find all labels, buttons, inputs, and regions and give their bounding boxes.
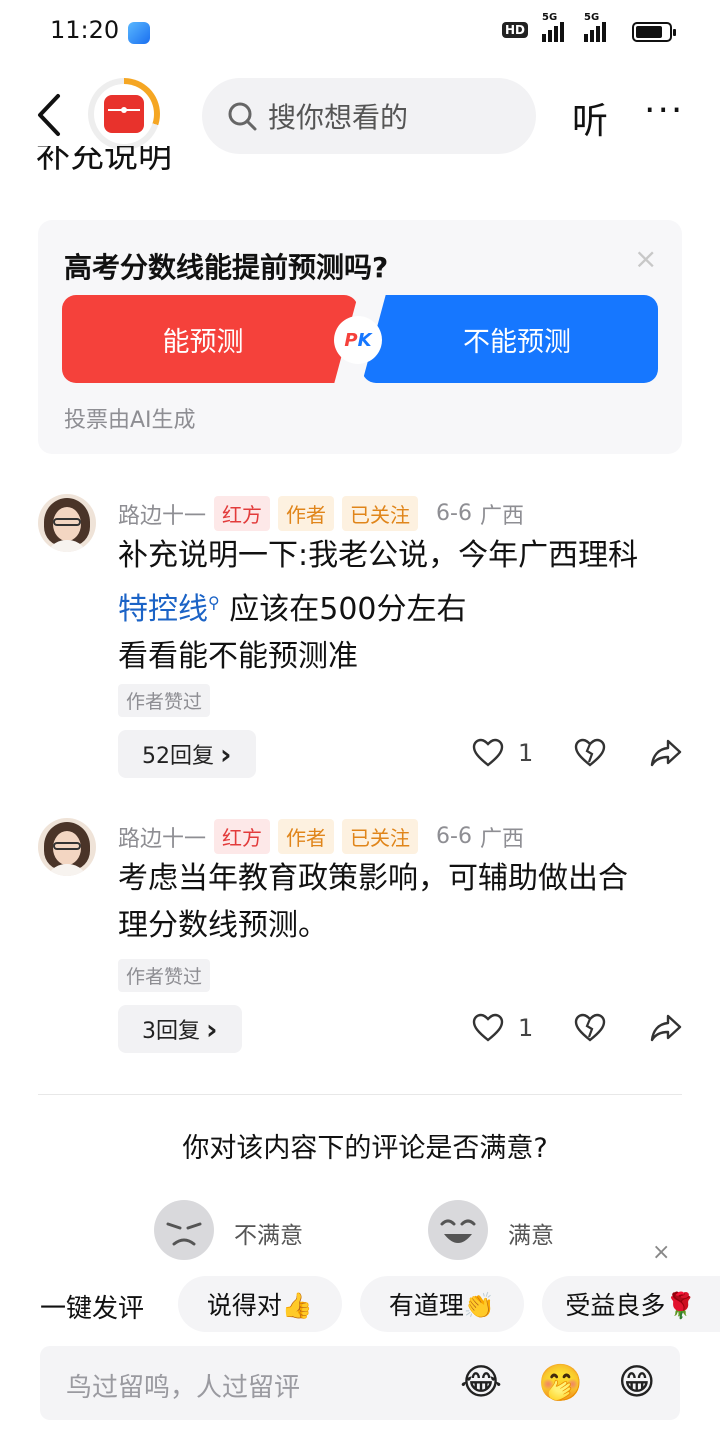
- author-tag: 作者: [278, 496, 335, 531]
- more-options-button[interactable]: ···: [644, 90, 684, 131]
- comment-meta: 路边十一 红方 作者 已关注 6-6 广西: [118, 819, 524, 854]
- back-arrow-icon: [38, 94, 60, 136]
- grin-emoji-icon[interactable]: 😁: [618, 1362, 656, 1403]
- giggle-emoji-icon[interactable]: 🤭: [538, 1362, 583, 1404]
- quick-reply-label: 一键发评: [40, 1294, 145, 1324]
- comment-page: 11:20 HD 5G 5G 搜你想看的 听 ··· 补充说明 高考分数线能提前…: [0, 0, 720, 1451]
- hd-voice-icon: HD: [502, 22, 529, 38]
- satisfied-label[interactable]: 满意: [508, 1216, 554, 1250]
- share-button[interactable]: [650, 738, 682, 768]
- pk-badge: PK: [334, 316, 382, 364]
- share-icon: [650, 1014, 682, 1042]
- close-icon[interactable]: ×: [652, 1240, 670, 1265]
- quick-reply-chip[interactable]: 受益良多🌹: [542, 1276, 720, 1332]
- topic-link[interactable]: 特控线⚲: [118, 592, 220, 627]
- author-tag: 作者: [278, 819, 335, 854]
- poll-note: 投票由AI生成: [64, 408, 196, 433]
- comment-input-placeholder: 鸟过留鸣，人过留评: [66, 1373, 301, 1403]
- author-liked-badge: 作者赞过: [118, 684, 211, 717]
- red-envelope-icon: [104, 95, 144, 133]
- avatar[interactable]: [38, 494, 96, 552]
- comment-input[interactable]: 鸟过留鸣，人过留评 😂 🤭 😁: [40, 1346, 680, 1420]
- divider: [38, 1094, 682, 1095]
- truncated-text: 补充说明: [36, 146, 172, 174]
- avatar[interactable]: [38, 818, 96, 876]
- chevron-right-icon: ›: [206, 1012, 218, 1046]
- status-bar: 11:20 HD 5G 5G: [0, 0, 720, 64]
- heart-icon: [472, 738, 504, 767]
- signal-icon: 5G: [542, 12, 564, 42]
- like-button[interactable]: 1: [472, 1013, 533, 1043]
- share-icon: [650, 739, 682, 767]
- comment-date: 6-6: [436, 501, 472, 526]
- quick-reply-bar: 一键发评 说得对👍 有道理👏 受益良多🌹: [0, 1276, 720, 1332]
- chevron-right-icon: ›: [220, 737, 232, 771]
- status-time: 11:20: [50, 16, 120, 44]
- dislike-button[interactable]: [574, 1013, 606, 1043]
- search-icon: [228, 102, 257, 131]
- poll-option-no[interactable]: 不能预测: [362, 295, 658, 383]
- quick-reply-chip[interactable]: 有道理👏: [360, 1276, 524, 1332]
- comment-location: 广西: [479, 826, 524, 852]
- author-liked-badge: 作者赞过: [118, 959, 211, 992]
- app-logo[interactable]: [88, 78, 160, 150]
- listen-button[interactable]: 听: [572, 92, 608, 144]
- followed-tag: 已关注: [342, 496, 419, 531]
- replies-button[interactable]: 52回复 ›: [118, 730, 256, 778]
- comment-meta: 路边十一 红方 作者 已关注 6-6 广西: [118, 496, 524, 531]
- dislike-button[interactable]: [574, 738, 606, 768]
- poll-option-yes[interactable]: 能预测: [62, 295, 358, 383]
- back-button[interactable]: [30, 90, 70, 140]
- like-count: 1: [518, 1014, 534, 1042]
- unsatisfied-label[interactable]: 不满意: [234, 1216, 303, 1250]
- signal-icon-2: 5G: [584, 12, 606, 42]
- replies-button[interactable]: 3回复 ›: [118, 1005, 242, 1053]
- heart-icon: [472, 1013, 504, 1042]
- poll-card: 高考分数线能提前预测吗? × 能预测 不能预测 PK 投票由AI生成: [38, 220, 682, 454]
- comment-text: 补充说明一下:我老公说，今年广西理科 特控线⚲ 应该在500分左右 看看能不能预…: [118, 538, 639, 674]
- like-button[interactable]: 1: [472, 738, 533, 768]
- poll-question: 高考分数线能提前预测吗?: [64, 251, 389, 284]
- followed-tag: 已关注: [342, 819, 419, 854]
- satisfied-face-icon[interactable]: [428, 1200, 488, 1260]
- author-name[interactable]: 路边十一: [118, 821, 206, 853]
- side-tag: 红方: [214, 496, 271, 531]
- side-tag: 红方: [214, 819, 271, 854]
- quick-reply-chip[interactable]: 说得对👍: [178, 1276, 342, 1332]
- app-notification-icon: [128, 22, 150, 44]
- search-link-icon: ⚲: [208, 593, 220, 612]
- poll-close-button[interactable]: ×: [634, 242, 657, 275]
- comment-location: 广西: [479, 503, 524, 529]
- battery-icon: [632, 22, 676, 42]
- unsatisfied-face-icon[interactable]: [154, 1200, 214, 1260]
- like-count: 1: [518, 739, 534, 767]
- satisfaction-question: 你对该内容下的评论是否满意?: [182, 1133, 548, 1164]
- author-name[interactable]: 路边十一: [118, 498, 206, 530]
- broken-heart-icon: [574, 1013, 606, 1042]
- share-button[interactable]: [650, 1013, 682, 1043]
- laughing-emoji-icon[interactable]: 😂: [460, 1362, 502, 1403]
- search-bar[interactable]: 搜你想看的: [202, 78, 536, 154]
- broken-heart-icon: [574, 738, 606, 767]
- search-placeholder: 搜你想看的: [268, 101, 409, 134]
- comment-text: 考虑当年教育政策影响，可辅助做出合 理分数线预测。: [118, 861, 628, 943]
- comment-date: 6-6: [436, 824, 472, 849]
